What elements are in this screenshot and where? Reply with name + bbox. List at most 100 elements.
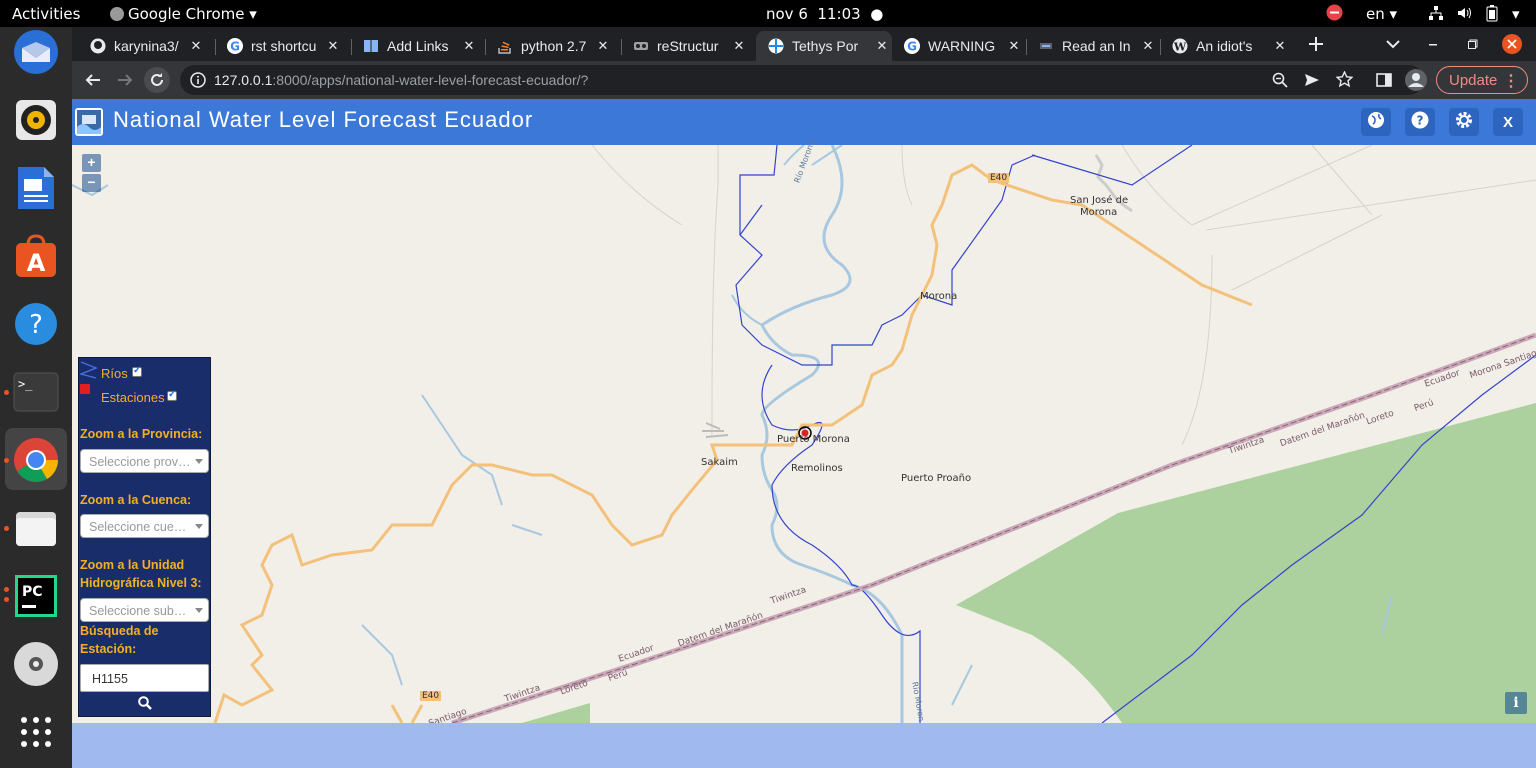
address-bar[interactable]: 127.0.0.1:8000/apps/national-water-level… (180, 65, 1424, 95)
tab-add-links[interactable]: Add Links ✕ (351, 31, 479, 61)
close-window-button[interactable] (1499, 31, 1525, 57)
tab-read-an[interactable]: Read an In ✕ (1026, 31, 1158, 61)
running-indicator (4, 597, 9, 602)
zoom-cuenca-label: Zoom a la Cuenca: (80, 493, 192, 507)
road-e40-south (390, 704, 424, 723)
maximize-button[interactable] (1460, 31, 1486, 57)
clock[interactable]: nov 6 11:03 ● (766, 5, 883, 23)
estaciones-checkbox[interactable] (167, 389, 177, 401)
tab-python[interactable]: python 2.7 ✕ (485, 31, 613, 61)
page-content: National Water Level Forecast Ecuador ? … (72, 99, 1536, 768)
app-menu[interactable]: Google Chrome ▾ (110, 5, 257, 23)
close-icon[interactable]: ✕ (1004, 38, 1024, 54)
zoom-out-button[interactable]: − (82, 174, 101, 192)
send-icon[interactable] (1304, 72, 1320, 91)
show-apps-icon[interactable] (11, 707, 61, 757)
rhythmbox-icon[interactable] (11, 95, 61, 145)
close-icon[interactable]: ✕ (593, 38, 613, 54)
system-top-bar: Activities Google Chrome ▾ nov 6 11:03 ●… (0, 0, 1536, 27)
map-label-puerto-morona: Puerto Morona (777, 434, 850, 445)
dvd-icon[interactable] (11, 639, 61, 689)
chevron-down-icon (195, 459, 203, 464)
forest-area (522, 703, 590, 723)
volume-icon[interactable] (1456, 5, 1472, 25)
zoom-in-button[interactable]: + (82, 154, 101, 172)
profile-avatar[interactable] (1403, 67, 1429, 93)
unidad-select[interactable]: Seleccione sub… (80, 598, 209, 622)
map-label-remolinos: Remolinos (791, 463, 843, 474)
close-icon[interactable]: ✕ (186, 38, 206, 54)
language-menu[interactable]: en ▾ (1366, 5, 1397, 23)
new-tab-button[interactable] (1303, 31, 1329, 57)
chevron-down-icon[interactable]: ▾ (1512, 5, 1520, 23)
network-icon[interactable] (1428, 5, 1444, 25)
globe-button[interactable] (1361, 108, 1391, 136)
help-button[interactable]: ? (1405, 108, 1435, 136)
date-label: nov 6 (766, 5, 808, 23)
battery-icon[interactable] (1486, 5, 1498, 26)
tab-an-idiots[interactable]: W An idiot's ✕ (1160, 31, 1290, 61)
rios-label: Ríos (101, 366, 128, 381)
globe-icon (1367, 111, 1385, 133)
tab-label: WARNING (928, 38, 996, 54)
close-icon[interactable]: ✕ (872, 38, 892, 54)
activities-button[interactable]: Activities (12, 5, 80, 23)
close-icon[interactable]: ✕ (729, 38, 749, 54)
tethys-icon (768, 38, 784, 54)
tab-tethys-portal[interactable]: Tethys Por ✕ (756, 31, 892, 61)
app-title: National Water Level Forecast Ecuador (113, 107, 534, 132)
gear-icon (1455, 111, 1473, 133)
tab-warning[interactable]: G WARNING ✕ (892, 31, 1024, 61)
close-icon[interactable]: ✕ (1138, 38, 1158, 54)
libreoffice-writer-icon[interactable] (11, 163, 61, 213)
busqueda-label: Búsqueda de Estación: (80, 624, 159, 656)
url-text[interactable]: 127.0.0.1:8000/apps/national-water-level… (214, 72, 588, 88)
app-logo-icon[interactable] (74, 107, 104, 142)
settings-button[interactable] (1449, 108, 1479, 136)
terminal-icon[interactable]: >_ (11, 367, 61, 417)
reload-button[interactable] (144, 67, 170, 93)
chrome-icon[interactable] (11, 435, 61, 485)
pycharm-icon[interactable]: PC (11, 571, 61, 621)
river-network-upper (735, 145, 1193, 366)
close-icon[interactable]: ✕ (1270, 38, 1290, 54)
files-icon[interactable] (11, 503, 61, 553)
update-button[interactable]: Update ⋮ (1436, 66, 1528, 94)
help-icon[interactable]: ? (11, 299, 61, 349)
exit-app-button[interactable]: X (1493, 108, 1523, 136)
side-panel-button[interactable] (1371, 67, 1397, 93)
thunderbird-icon[interactable] (11, 27, 61, 77)
help-circle-icon: ? (1411, 111, 1429, 133)
language-label: en (1366, 5, 1385, 23)
map-view[interactable]: San José de Morona Morona Puerto Morona … (72, 139, 1536, 729)
map-info-button[interactable]: i (1505, 692, 1527, 714)
close-icon[interactable]: ✕ (459, 38, 479, 54)
update-label: Update (1449, 71, 1498, 89)
tab-search-button[interactable] (1380, 31, 1406, 57)
wordpress-icon: W (1172, 38, 1188, 54)
tab-restructured[interactable]: reStructur ✕ (621, 31, 749, 61)
back-button[interactable] (80, 67, 106, 93)
tab-github[interactable]: karynina3/ ✕ (78, 31, 206, 61)
search-button[interactable] (80, 694, 209, 716)
info-icon[interactable] (190, 72, 206, 91)
zoom-icon[interactable] (1272, 72, 1288, 91)
svg-text:?: ? (29, 310, 43, 340)
do-not-disturb-icon[interactable] (1326, 4, 1343, 25)
station-search-input[interactable]: H1155 (80, 664, 209, 692)
google-icon: G (904, 38, 920, 54)
ubuntu-software-icon[interactable]: A (11, 231, 61, 281)
dock: A ? >_ PC (0, 27, 72, 768)
bookmark-star-icon[interactable] (1335, 70, 1354, 91)
tab-label: reStructur (657, 38, 719, 54)
cuenca-select-value: Seleccione cue… (89, 520, 187, 534)
notification-dot-icon: ● (870, 5, 884, 23)
minimize-button[interactable] (1420, 31, 1446, 57)
rios-checkbox[interactable] (132, 365, 142, 377)
tab-rst-shortcuts[interactable]: Grst shortcu ✕ (215, 31, 343, 61)
close-icon[interactable]: ✕ (323, 38, 343, 54)
provincia-select[interactable]: Seleccione prov… (80, 449, 209, 473)
forward-button[interactable] (112, 67, 138, 93)
cuenca-select[interactable]: Seleccione cue… (80, 514, 209, 538)
svg-text:W: W (1173, 41, 1187, 54)
